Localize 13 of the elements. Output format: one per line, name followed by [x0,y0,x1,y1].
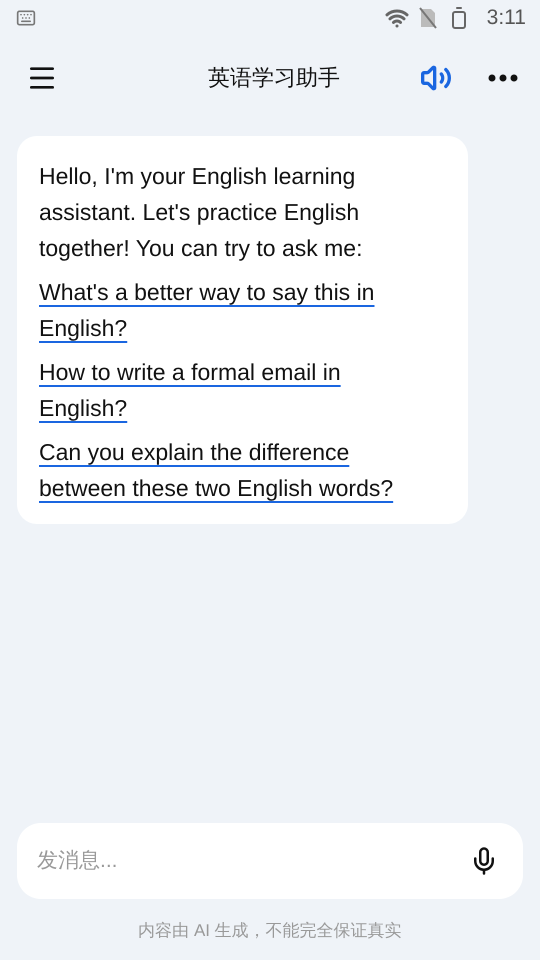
keyboard-icon [16,8,36,28]
clock-time: 3:11 [486,6,526,30]
suggestion-link[interactable]: What's a better way to say this in English? [39,274,428,346]
suggestion-link[interactable]: Can you explain the difference between these two English words? [39,434,428,506]
message-input[interactable]: 发消息... [35,848,469,874]
more-button[interactable] [488,74,518,82]
more-icon [488,74,518,82]
app-title: 英语学习助手 [207,64,341,92]
suggestion-link[interactable]: How to write a formal email in English? [39,354,428,426]
message-field[interactable]: 发消息... [17,823,523,899]
disclaimer-text: 内容由 AI 生成，不能完全保证真实 [137,920,403,942]
message-text: Hello, I'm your English learning assistant. Let's practice English together! You can try to ask me: [39,162,364,263]
no-sim-icon [418,7,437,29]
